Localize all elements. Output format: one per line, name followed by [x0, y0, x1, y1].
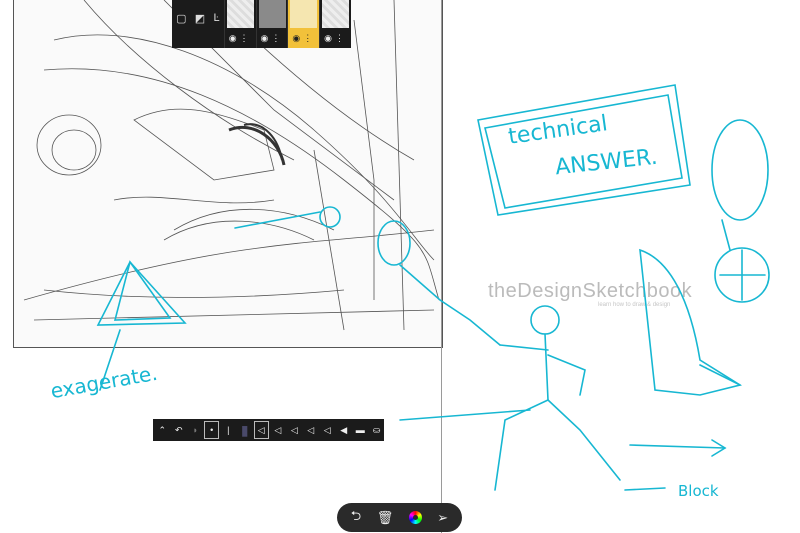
undo-icon[interactable]: ⮌: [351, 507, 361, 529]
bottom-dock: ⮌ 🗑 ➢: [337, 503, 462, 532]
share-icon[interactable]: ➢: [437, 510, 448, 526]
trash-icon[interactable]: 🗑: [377, 510, 394, 526]
color-wheel-icon[interactable]: [408, 511, 422, 524]
annotation-block: Block: [678, 482, 719, 500]
annotation-overlay: [96, 84, 770, 491]
